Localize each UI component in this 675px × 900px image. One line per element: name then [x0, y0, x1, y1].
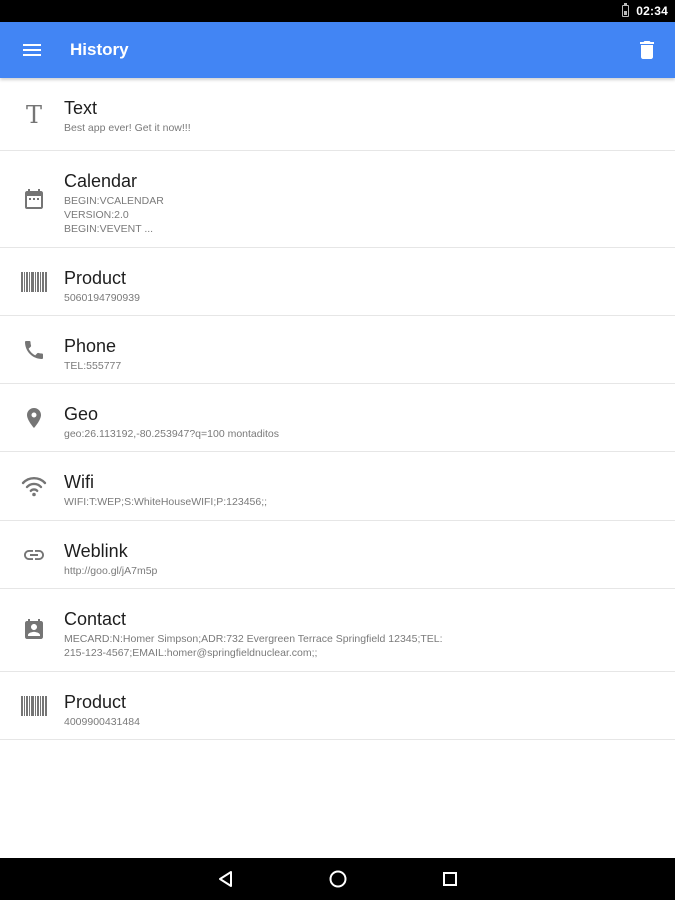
- app-bar: History: [0, 22, 675, 78]
- barcode-icon: [20, 268, 48, 296]
- item-title: Product: [64, 268, 127, 288]
- system-nav-bar: [0, 858, 675, 900]
- wifi-icon: [20, 472, 48, 500]
- status-clock: 02:34: [636, 4, 668, 18]
- item-title: Wifi: [64, 472, 94, 492]
- history-item-calendar[interactable]: Calendar BEGIN:VCALENDAR VERSION:2.0 BEG…: [0, 151, 675, 248]
- history-item-weblink[interactable]: Weblink http://goo.gl/jA7m5p: [0, 521, 675, 589]
- contact-card-icon: [20, 616, 48, 644]
- item-subtitle: BEGIN:VCALENDAR VERSION:2.0 BEGIN:VEVENT…: [64, 195, 164, 235]
- location-pin-icon: [20, 404, 48, 432]
- item-title: Weblink: [64, 541, 128, 561]
- item-title: Product: [64, 692, 127, 712]
- item-title: Geo: [64, 404, 99, 424]
- item-subtitle: geo:26.113192,-80.253947?q=100 montadito…: [64, 428, 279, 440]
- item-subtitle: http://goo.gl/jA7m5p: [64, 565, 158, 577]
- page-title: History: [70, 40, 129, 59]
- item-subtitle: Best app ever! Get it now!!!: [64, 122, 191, 134]
- back-triangle-icon[interactable]: [216, 869, 238, 889]
- history-item-product[interactable]: Product 5060194790939: [0, 248, 675, 316]
- history-item-phone[interactable]: Phone TEL:555777: [0, 316, 675, 384]
- item-subtitle: MECARD:N:Homer Simpson;ADR:732 Evergreen…: [64, 633, 443, 659]
- home-circle-icon[interactable]: [327, 869, 349, 889]
- item-subtitle: WIFI:T:WEP;S:WhiteHouseWIFI;P:123456;;: [64, 496, 268, 508]
- history-list: T Text Best app ever! Get it now!!! Cale…: [0, 78, 675, 858]
- phone-icon: [20, 336, 48, 364]
- item-subtitle: 5060194790939: [64, 292, 140, 304]
- history-item-wifi[interactable]: Wifi WIFI:T:WEP;S:WhiteHouseWIFI;P:12345…: [0, 452, 675, 521]
- item-subtitle: TEL:555777: [64, 360, 122, 372]
- history-item-text[interactable]: T Text Best app ever! Get it now!!!: [0, 78, 675, 151]
- barcode-icon: [20, 692, 48, 720]
- hamburger-menu-icon[interactable]: [20, 38, 44, 62]
- recents-square-icon[interactable]: [440, 869, 462, 889]
- battery-icon: [622, 3, 629, 17]
- link-icon: [20, 541, 48, 569]
- svg-text:T: T: [26, 101, 42, 127]
- item-subtitle: 4009900431484: [64, 716, 140, 728]
- item-title: Phone: [64, 336, 117, 356]
- history-item-geo[interactable]: Geo geo:26.113192,-80.253947?q=100 monta…: [0, 384, 675, 452]
- item-title: Contact: [64, 609, 127, 629]
- text-icon: T: [20, 100, 48, 128]
- history-item-contact[interactable]: Contact MECARD:N:Homer Simpson;ADR:732 E…: [0, 589, 675, 672]
- trash-icon[interactable]: [635, 38, 659, 62]
- history-item-product[interactable]: Product 4009900431484: [0, 672, 675, 740]
- item-title: Text: [64, 98, 98, 118]
- calendar-icon: [20, 185, 48, 213]
- status-bar: 02:34: [0, 0, 675, 22]
- item-title: Calendar: [64, 171, 138, 191]
